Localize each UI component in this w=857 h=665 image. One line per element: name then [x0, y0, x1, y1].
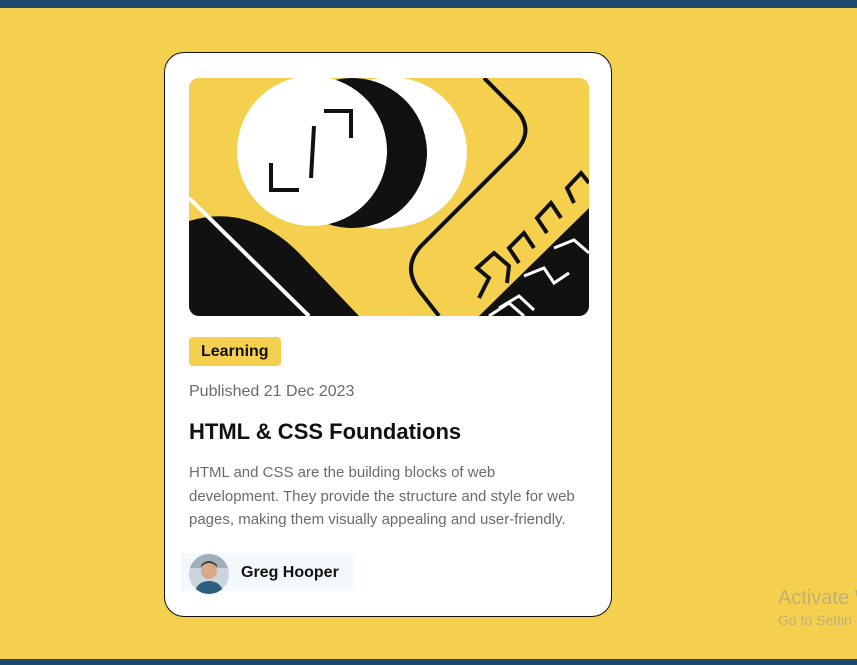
blog-preview-card: Learning Published 21 Dec 2023 HTML & CS… — [164, 52, 612, 617]
card-title[interactable]: HTML & CSS Foundations — [189, 419, 461, 445]
activation-watermark-subtitle: Go to Settin — [778, 612, 852, 628]
activation-watermark-title: Activate W — [778, 587, 857, 609]
taskbar — [0, 659, 857, 665]
avatar — [189, 554, 229, 594]
window-top-bar — [0, 0, 857, 8]
category-tag[interactable]: Learning — [189, 337, 281, 366]
published-date: Published 21 Dec 2023 — [189, 383, 355, 400]
author-name[interactable]: Greg Hooper — [241, 564, 339, 582]
card-description: HTML and CSS are the building blocks of … — [189, 464, 575, 528]
card-illustration — [189, 78, 589, 316]
